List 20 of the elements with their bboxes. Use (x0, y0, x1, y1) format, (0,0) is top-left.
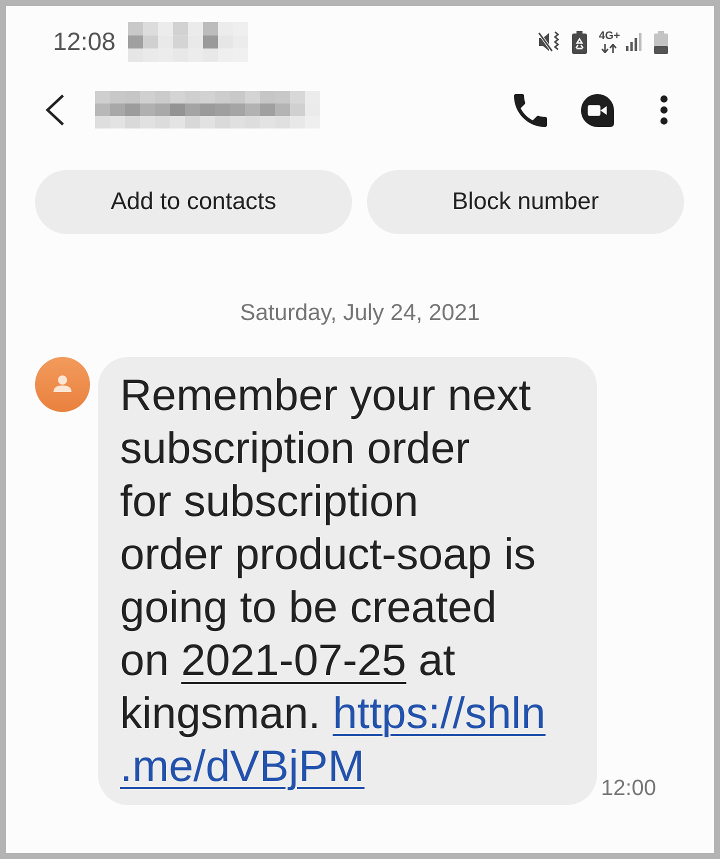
back-icon[interactable] (45, 94, 65, 126)
network-type-label: 4G+ (598, 31, 620, 42)
date-link[interactable]: 2021-07-25 (181, 636, 406, 685)
more-icon[interactable] (660, 95, 668, 125)
mute-vibrate-icon (538, 31, 562, 53)
action-button[interactable]: Add to contacts (35, 170, 352, 234)
avatar-icon (35, 357, 90, 412)
signal-icon (626, 33, 642, 51)
battery-recycle-icon (572, 30, 587, 54)
status-time: 12:08 (53, 27, 116, 57)
url-link[interactable]: https://shln (332, 689, 546, 738)
battery-icon (654, 30, 668, 54)
url-link[interactable]: .me/dVBjPM (120, 742, 365, 791)
data-arrows-icon (601, 44, 618, 53)
message-text: Remember your next subscription order for subscription order product-soap is going to be created on 2021-07-25 at kingsman. https://shln .me/dVBjPM (120, 370, 547, 793)
action-button[interactable]: Block number (367, 170, 684, 234)
video-camera-icon[interactable] (580, 92, 615, 128)
date-separator: Saturday, July 24, 2021 (240, 298, 480, 326)
phone-icon[interactable] (514, 94, 547, 126)
message-time: 12:00 (601, 775, 656, 801)
